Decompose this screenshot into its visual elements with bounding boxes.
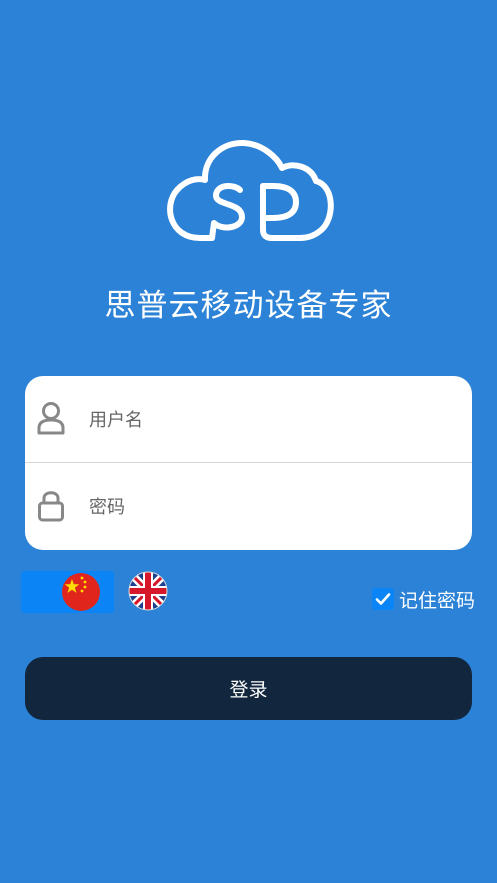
username-input[interactable]	[87, 400, 451, 440]
user-icon	[37, 402, 65, 435]
uk-flag-icon	[128, 571, 168, 611]
remember-password[interactable]: 记住密码	[371, 586, 475, 612]
language-chinese-button[interactable]	[21, 571, 114, 613]
password-field	[25, 463, 472, 549]
lock-icon	[38, 491, 64, 522]
username-field	[25, 376, 472, 463]
chinese-flag-icon	[62, 573, 100, 611]
remember-checkbox[interactable]	[371, 588, 394, 610]
app-logo: SP	[160, 128, 336, 246]
language-english-button[interactable]	[128, 571, 168, 613]
checkmark-icon	[375, 593, 391, 605]
remember-label: 记住密码	[398, 589, 475, 612]
login-form	[25, 376, 472, 550]
password-input[interactable]	[87, 487, 451, 527]
app-title: 思普云移动设备专家	[104, 288, 393, 324]
login-button[interactable]: 登录	[25, 657, 472, 720]
